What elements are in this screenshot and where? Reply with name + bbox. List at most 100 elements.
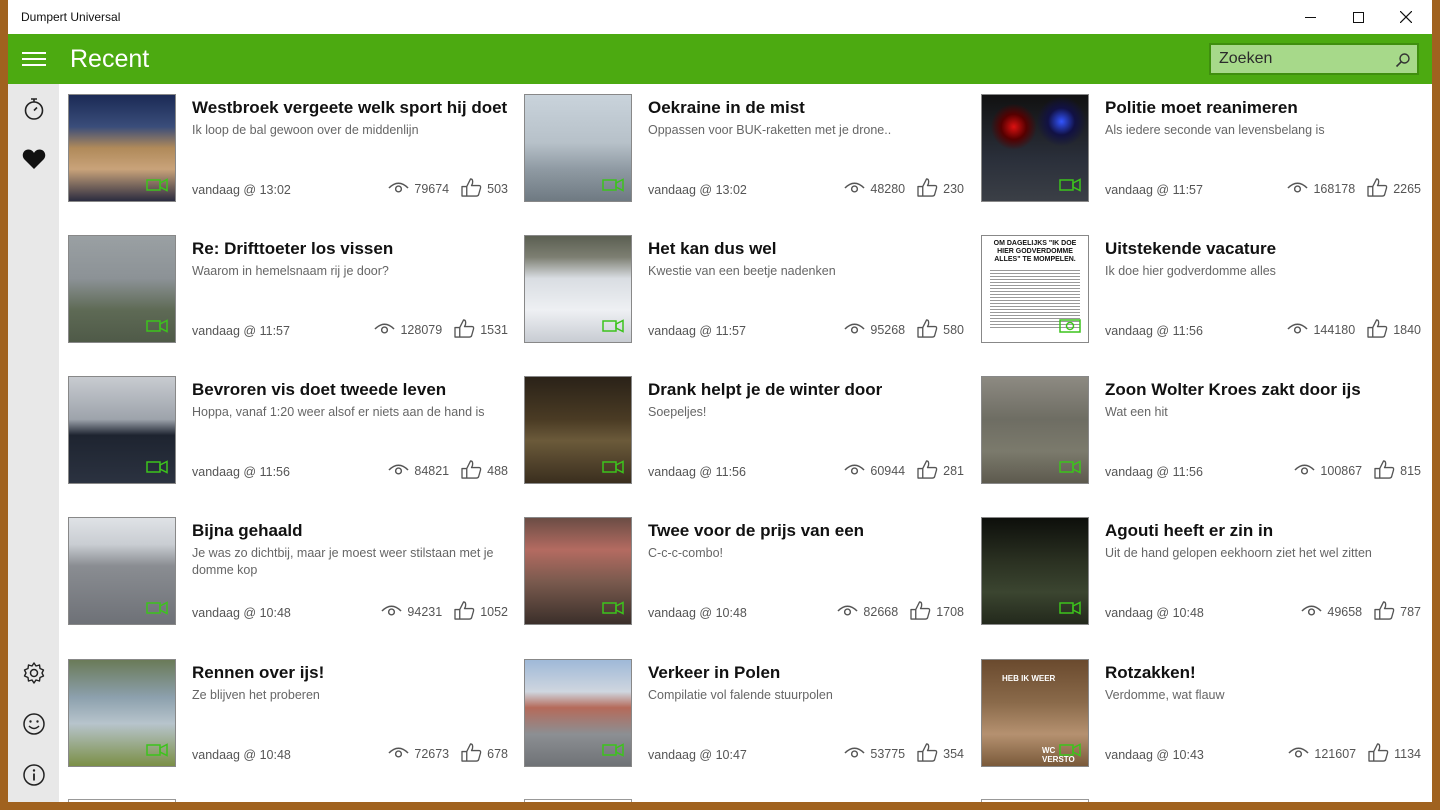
video-camera-icon	[1059, 178, 1081, 192]
video-title[interactable]: Bijna gehaald	[192, 521, 508, 541]
eye-icon	[844, 181, 870, 198]
thumbs-up-icon	[461, 178, 487, 200]
video-subtitle: Uit de hand gelopen eekhoorn ziet het we…	[1105, 546, 1372, 560]
views-stat: 84821	[388, 463, 449, 480]
video-card[interactable]: Politie moet reanimeren Als iedere second…	[981, 94, 1421, 202]
video-card[interactable]: Zoon Wolter Kroes zakt door ijs Wat een h…	[981, 376, 1421, 484]
video-title[interactable]: Agouti heeft er zin in	[1105, 521, 1421, 541]
video-title[interactable]: Verkeer in Polen	[648, 663, 964, 683]
video-card[interactable]: Agouti heeft er zin in Uit de hand gelope…	[981, 517, 1421, 625]
video-thumbnail[interactable]	[524, 517, 632, 625]
video-card[interactable]: Oekraine in de mist Oppassen voor BUK-rak…	[524, 94, 964, 202]
video-thumbnail[interactable]	[68, 517, 176, 625]
smiley-icon[interactable]	[21, 711, 47, 737]
video-title[interactable]: Het kan dus wel	[648, 239, 964, 259]
video-title[interactable]: Re: Drifttoeter los vissen	[192, 239, 508, 259]
video-card[interactable]: HEB IK WEER WC VERSTO Rotzakken! Verdomme, …	[981, 659, 1421, 767]
video-thumbnail[interactable]: OM DAGELIJKS "IK DOE HIER GODVERDOMME AL…	[981, 235, 1089, 343]
video-card[interactable]: Het kan dus wel Kwestie van een beetje na…	[524, 235, 964, 343]
video-thumbnail[interactable]	[68, 659, 176, 767]
video-subtitle: C-c-c-combo!	[648, 546, 724, 560]
video-card[interactable]: Drank helpt je de winter door Soepeljes! v…	[524, 376, 964, 484]
minimize-button[interactable]	[1286, 0, 1334, 34]
eye-icon	[1288, 746, 1314, 763]
video-date: vandaag @ 11:57	[1105, 183, 1203, 197]
video-date: vandaag @ 10:48	[648, 606, 747, 620]
views-stat: 53775	[844, 746, 905, 763]
video-title[interactable]: Politie moet reanimeren	[1105, 98, 1421, 118]
timer-icon[interactable]	[21, 96, 47, 122]
likes-stat: 503	[461, 178, 508, 200]
video-thumbnail[interactable]	[68, 94, 176, 202]
video-camera-icon	[146, 743, 168, 757]
video-date: vandaag @ 11:56	[192, 465, 290, 479]
video-title[interactable]: Twee voor de prijs van een	[648, 521, 964, 541]
thumbs-up-icon	[917, 319, 943, 341]
video-thumbnail[interactable]	[68, 376, 176, 484]
video-card[interactable]: Bevroren vis doet tweede leven Hoppa, van…	[68, 376, 508, 484]
video-card[interactable]: Verkeer in Polen Compilatie vol falende s…	[524, 659, 964, 767]
hamburger-menu-icon[interactable]	[22, 52, 46, 68]
views-count: 53775	[870, 747, 906, 761]
video-card[interactable]: OM DAGELIJKS "IK DOE HIER GODVERDOMME AL…	[981, 235, 1421, 343]
search-box[interactable]	[1209, 43, 1419, 75]
video-card[interactable]: Rennen over ijs! Ze blijven het proberen v…	[68, 659, 508, 767]
close-button[interactable]	[1382, 0, 1430, 34]
maximize-button[interactable]	[1334, 0, 1382, 34]
views-stat: 79674	[388, 181, 449, 198]
views-count: 79674	[414, 182, 450, 196]
eye-icon	[844, 463, 870, 480]
views-stat: 121607	[1288, 746, 1356, 763]
thumbs-up-icon	[1374, 460, 1400, 482]
thumbnail-text: OM DAGELIJKS "IK DOE HIER GODVERDOMME AL…	[993, 240, 1077, 263]
video-card[interactable]: Re: Drifttoeter los vissen Waarom in heme…	[68, 235, 508, 343]
video-thumbnail[interactable]	[981, 94, 1089, 202]
video-stats: 168178 2265	[1287, 178, 1421, 200]
video-title[interactable]: Bevroren vis doet tweede leven	[192, 380, 508, 400]
video-thumbnail[interactable]: HEB IK WEER WC VERSTO	[981, 659, 1089, 767]
partial-thumbnail	[524, 799, 632, 802]
likes-stat: 354	[917, 743, 964, 765]
search-icon[interactable]	[1395, 52, 1411, 68]
likes-stat: 1708	[910, 601, 964, 623]
video-stats: 49658 787	[1301, 601, 1421, 623]
video-card[interactable]: Westbroek vergeete welk sport hij doet Ik…	[68, 94, 508, 202]
video-title[interactable]: Oekraine in de mist	[648, 98, 964, 118]
video-card[interactable]: Bijna gehaald Je was zo dichtbij, maar je…	[68, 517, 508, 625]
eye-icon	[374, 322, 400, 339]
thumbs-up-icon	[1367, 319, 1393, 341]
video-thumbnail[interactable]	[524, 235, 632, 343]
video-title[interactable]: Uitstekende vacature	[1105, 239, 1421, 259]
video-camera-icon	[602, 601, 624, 615]
views-count: 82668	[863, 605, 899, 619]
video-subtitle: Ik loop de bal gewoon over de middenlijn	[192, 123, 419, 137]
video-card[interactable]: Twee voor de prijs van een C-c-c-combo! va…	[524, 517, 964, 625]
video-title[interactable]: Drank helpt je de winter door	[648, 380, 964, 400]
thumbs-up-icon	[454, 319, 480, 341]
views-stat: 95268	[844, 322, 905, 339]
video-title[interactable]: Rennen over ijs!	[192, 663, 508, 683]
video-title[interactable]: Westbroek vergeete welk sport hij doet	[192, 98, 508, 118]
likes-stat: 1840	[1367, 319, 1421, 341]
video-date: vandaag @ 11:57	[648, 324, 746, 338]
video-subtitle: Hoppa, vanaf 1:20 weer alsof er niets aa…	[192, 405, 485, 419]
likes-count: 2265	[1393, 182, 1421, 196]
views-stat: 100867	[1294, 463, 1362, 480]
gear-icon[interactable]	[21, 660, 47, 686]
video-thumbnail[interactable]	[981, 376, 1089, 484]
app-bar: Recent	[8, 34, 1432, 84]
video-title[interactable]: Zoon Wolter Kroes zakt door ijs	[1105, 380, 1421, 400]
video-title[interactable]: Rotzakken!	[1105, 663, 1421, 683]
video-thumbnail[interactable]	[981, 517, 1089, 625]
info-icon[interactable]	[21, 762, 47, 788]
eye-icon	[1287, 322, 1313, 339]
video-date: vandaag @ 10:48	[192, 748, 291, 762]
thumbnail-text: HEB IK WEER	[1002, 674, 1056, 683]
video-thumbnail[interactable]	[524, 376, 632, 484]
video-thumbnail[interactable]	[68, 235, 176, 343]
video-camera-icon	[602, 319, 624, 333]
video-thumbnail[interactable]	[524, 659, 632, 767]
search-input[interactable]	[1219, 48, 1389, 70]
heart-icon[interactable]	[21, 146, 47, 172]
video-thumbnail[interactable]	[524, 94, 632, 202]
